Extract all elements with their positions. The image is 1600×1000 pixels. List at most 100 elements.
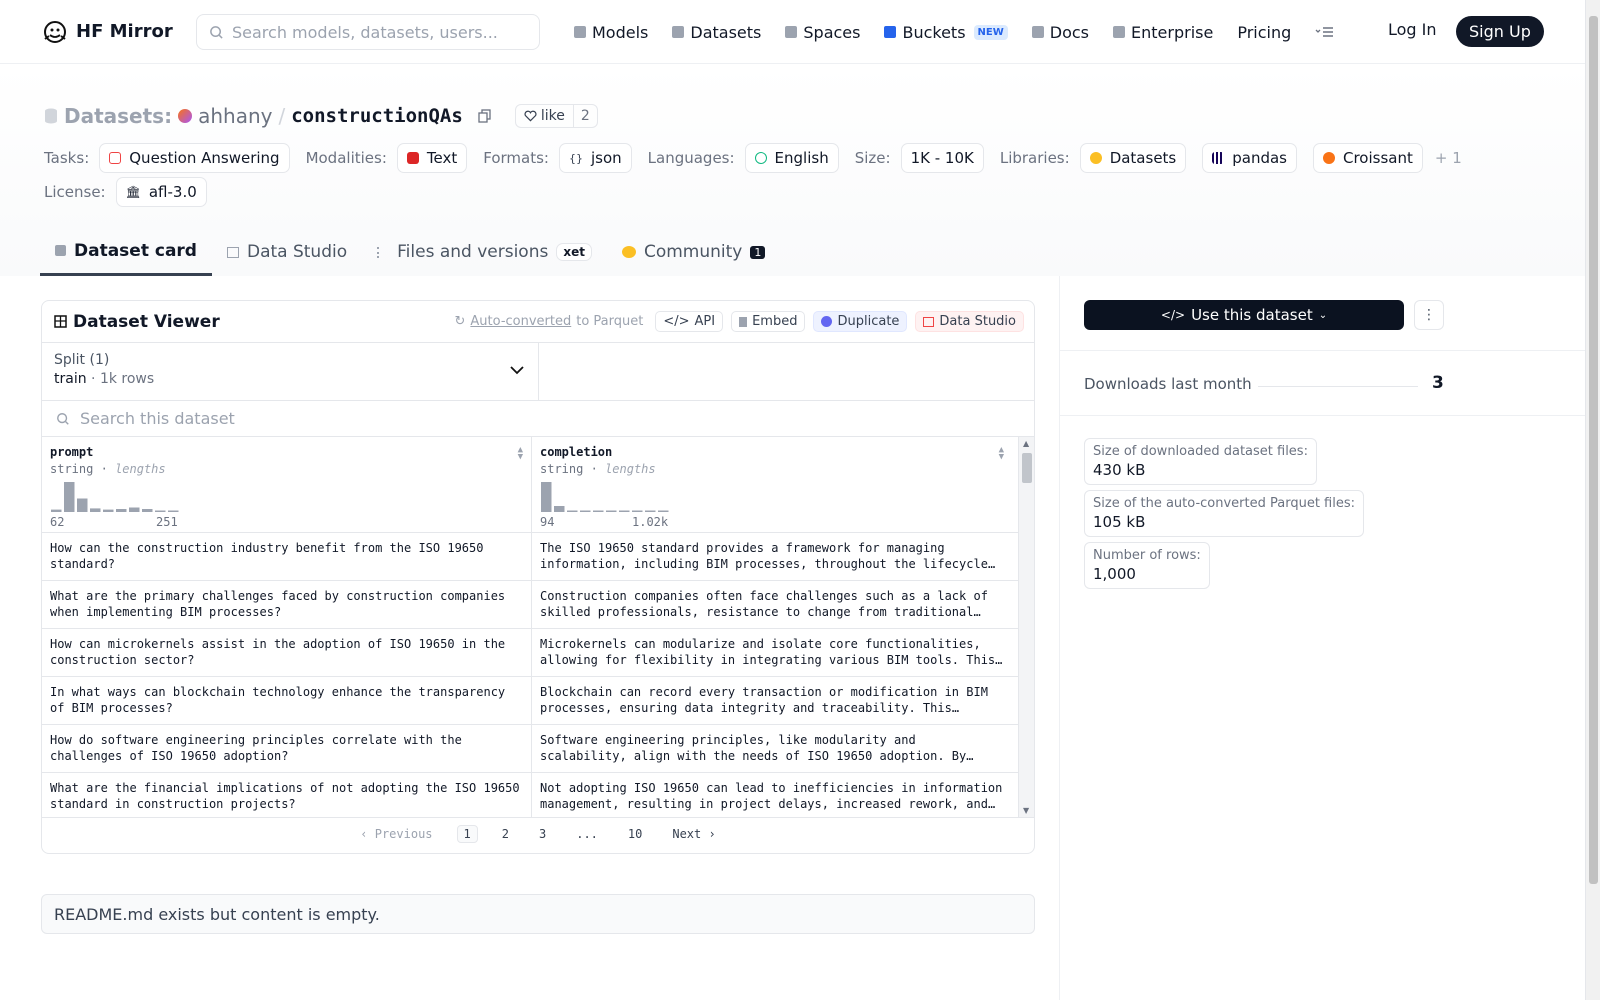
auto-converted-link[interactable]: Auto-converted <box>470 314 571 329</box>
tab-dataset-card[interactable]: Dataset card <box>40 228 212 276</box>
histogram-bar[interactable] <box>142 509 153 512</box>
scroll-up-icon[interactable]: ▲ <box>1023 439 1029 448</box>
scrollbar-thumb[interactable] <box>1022 453 1032 483</box>
pager-next[interactable]: Next › <box>666 826 721 842</box>
cell-prompt[interactable]: What are the financial implications of n… <box>42 773 532 817</box>
table-row[interactable]: How can microkernels assist in the adopt… <box>42 629 1034 677</box>
like-button[interactable]: like 2 <box>514 104 598 128</box>
histogram-bar[interactable] <box>168 510 179 513</box>
cell-prompt[interactable]: What are the primary challenges faced by… <box>42 581 532 628</box>
histogram-bar[interactable] <box>541 482 552 512</box>
table-scrollbar[interactable]: ▲ ▼ <box>1018 437 1034 817</box>
cell-completion[interactable]: Not adopting ISO 19650 can lead to ineff… <box>532 773 1012 817</box>
tag-json[interactable]: {} json <box>558 143 632 173</box>
nav-docs[interactable]: Docs <box>1031 23 1089 42</box>
column-header-prompt[interactable]: prompt string · lengths ▲ ▼ 62 251 <box>42 437 532 532</box>
brand-logo[interactable]: HF Mirror <box>42 19 173 45</box>
table-row[interactable]: In what ways can blockchain technology e… <box>42 677 1034 725</box>
tab-data-studio[interactable]: Data Studio <box>212 228 362 276</box>
more-options-button[interactable]: ⋮ <box>1414 300 1444 330</box>
split-selector-row: Split (1) train · 1k rows <box>42 343 1034 401</box>
histogram-bar[interactable] <box>129 507 140 513</box>
column-header-completion[interactable]: completion string · lengths ▲ ▼ 94 1.02k <box>532 437 1012 532</box>
page-scrollbar[interactable] <box>1585 0 1600 1000</box>
libraries-more[interactable]: + 1 <box>1435 149 1462 167</box>
table-row[interactable]: What are the primary challenges faced by… <box>42 581 1034 629</box>
sort-icon[interactable]: ▲ ▼ <box>999 446 1004 462</box>
histogram-bar[interactable] <box>567 510 578 513</box>
split-sep: · <box>91 371 96 387</box>
tab-files-and-versions[interactable]: Files and versions xet <box>362 228 607 276</box>
histogram-bar[interactable] <box>116 509 127 512</box>
global-search-input[interactable] <box>232 22 512 42</box>
pager-previous[interactable]: ‹ Previous <box>354 826 438 842</box>
copy-icon[interactable] <box>477 108 493 124</box>
tag-license[interactable]: 🏛 afl-3.0 <box>115 177 207 207</box>
duplicate-button[interactable]: Duplicate <box>813 311 908 332</box>
scroll-down-icon[interactable]: ▼ <box>1023 806 1029 815</box>
page-scrollbar-thumb[interactable] <box>1589 16 1598 884</box>
cell-prompt[interactable]: How can microkernels assist in the adopt… <box>42 629 532 676</box>
histogram-bar[interactable] <box>103 509 114 512</box>
dataset-search[interactable] <box>42 401 1034 437</box>
new-badge: NEW <box>973 24 1008 40</box>
tab-community[interactable]: Community 1 <box>607 228 780 276</box>
histogram-bar[interactable] <box>90 508 101 512</box>
cell-completion[interactable]: Blockchain can record every transaction … <box>532 677 1012 724</box>
dataset-search-input[interactable] <box>80 409 980 428</box>
tag-pandas[interactable]: pandas <box>1202 143 1297 173</box>
tag-croissant[interactable]: Croissant <box>1313 143 1423 173</box>
repo-name[interactable]: constructionQAs <box>291 105 463 127</box>
histogram-bar[interactable] <box>658 510 669 513</box>
table-row[interactable]: What are the financial implications of n… <box>42 773 1034 817</box>
nav-more-menu[interactable] <box>1315 25 1335 39</box>
split-dropdown[interactable]: Split (1) train · 1k rows <box>42 343 539 400</box>
sort-icon[interactable]: ▲ ▼ <box>518 446 523 462</box>
cell-completion[interactable]: Software engineering principles, like mo… <box>532 725 1012 772</box>
pager-page[interactable]: 3 <box>533 826 552 842</box>
use-this-dataset-button[interactable]: </> Use this dataset ⌄ <box>1084 300 1404 330</box>
repo-owner[interactable]: ahhany <box>198 104 272 128</box>
histogram-bar[interactable] <box>155 510 166 513</box>
data-studio-button[interactable]: Data Studio <box>915 311 1024 332</box>
tag-datasets-lib[interactable]: Datasets <box>1079 143 1187 173</box>
cell-completion[interactable]: Microkernels can modularize and isolate … <box>532 629 1012 676</box>
nav-enterprise[interactable]: Enterprise <box>1113 23 1213 42</box>
table-row[interactable]: How can the construction industry benefi… <box>42 533 1034 581</box>
nav-spaces[interactable]: Spaces <box>785 23 860 42</box>
stat-value: 430 kB <box>1093 461 1146 479</box>
histogram-bar[interactable] <box>619 510 630 513</box>
tag-question-answering[interactable]: Question Answering <box>99 143 290 173</box>
api-button[interactable]: </> API <box>655 311 724 332</box>
pager-page[interactable]: 1 <box>456 824 478 843</box>
pager-page[interactable]: 2 <box>496 826 515 842</box>
cell-completion[interactable]: Construction companies often face challe… <box>532 581 1012 628</box>
histogram-bar[interactable] <box>554 506 565 512</box>
nav-buckets[interactable]: Buckets NEW <box>884 23 1008 42</box>
table-row[interactable]: How do software engineering principles c… <box>42 725 1034 773</box>
histogram-bar[interactable] <box>77 498 88 513</box>
signup-button[interactable]: Sign Up <box>1456 16 1544 47</box>
nav-datasets[interactable]: Datasets <box>672 23 761 42</box>
avatar[interactable] <box>178 109 193 123</box>
tag-size[interactable]: 1K - 10K <box>900 143 984 173</box>
cell-prompt[interactable]: In what ways can blockchain technology e… <box>42 677 532 724</box>
login-link[interactable]: Log In <box>1388 20 1437 39</box>
histogram-bar[interactable] <box>645 510 656 513</box>
histogram-bar[interactable] <box>64 482 75 512</box>
histogram-bar[interactable] <box>593 510 604 513</box>
cell-completion[interactable]: The ISO 19650 standard provides a framew… <box>532 533 1012 580</box>
nav-models[interactable]: Models <box>574 23 648 42</box>
histogram-bar[interactable] <box>632 510 643 513</box>
nav-pricing[interactable]: Pricing <box>1237 23 1291 42</box>
tag-english[interactable]: English <box>744 143 839 173</box>
cell-prompt[interactable]: How can the construction industry benefi… <box>42 533 532 580</box>
global-search[interactable] <box>196 14 540 50</box>
embed-button[interactable]: Embed <box>731 311 806 332</box>
pager-page[interactable]: 10 <box>622 826 648 842</box>
histogram-bar[interactable] <box>606 510 617 513</box>
histogram-bar[interactable] <box>51 509 62 512</box>
tag-text[interactable]: Text <box>396 143 468 173</box>
cell-prompt[interactable]: How do software engineering principles c… <box>42 725 532 772</box>
histogram-bar[interactable] <box>580 510 591 513</box>
